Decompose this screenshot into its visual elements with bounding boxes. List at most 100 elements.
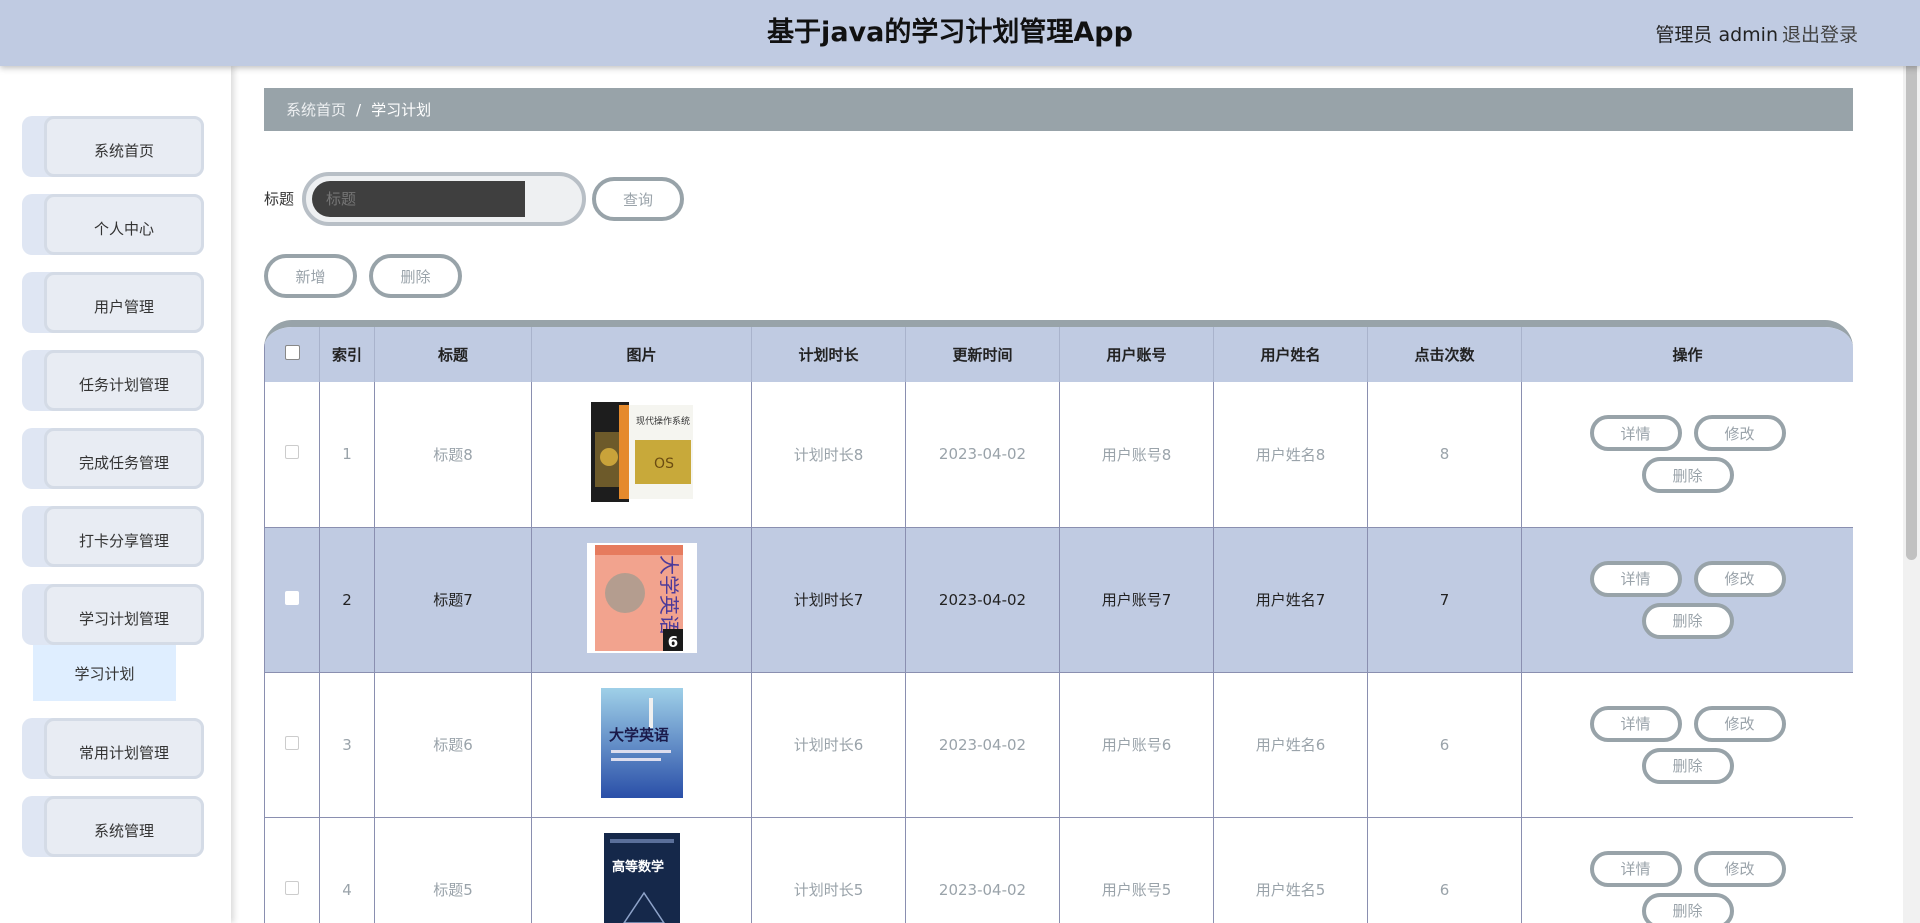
detail-button[interactable]: 详情 — [1589, 415, 1682, 452]
cell-username: 用户姓名5 — [1213, 817, 1368, 923]
sidebar-item-label: 常用计划管理 — [78, 744, 169, 762]
table-header-row: 索引 标题 图片 计划时长 更新时间 用户账号 用户姓名 点击次数 操作 — [264, 327, 1853, 382]
sidebar-item-system[interactable]: 系统管理 — [22, 796, 204, 857]
edit-button[interactable]: 修改 — [1693, 705, 1786, 742]
cell-clicks: 8 — [1367, 382, 1522, 528]
cell-username: 用户姓名7 — [1213, 527, 1368, 673]
cell-updated: 2023-04-02 — [905, 672, 1060, 818]
sidebar: 系统首页 个人中心 用户管理 任务计划管理 完成任务管理 打卡分享管理 学习计划… — [0, 66, 231, 923]
cell-clicks: 7 — [1367, 527, 1522, 673]
row-select-cell — [264, 672, 320, 818]
cell-duration: 计划时长6 — [751, 672, 906, 818]
page-scrollbar[interactable] — [1903, 0, 1920, 923]
cell-duration: 计划时长8 — [751, 382, 906, 528]
cell-index: 4 — [319, 817, 375, 923]
query-button[interactable]: 查询 — [592, 177, 684, 221]
row-checkbox[interactable] — [285, 445, 299, 460]
cell-clicks: 6 — [1367, 672, 1522, 818]
search-input[interactable] — [312, 181, 525, 217]
table-row[interactable]: 2 标题7 大学英语 6 计划时长7 2023-04-02 用户账号7 用户姓名… — [264, 527, 1853, 673]
row-select-cell — [264, 527, 320, 673]
cell-title: 标题6 — [374, 672, 532, 818]
cell-account: 用户账号5 — [1059, 817, 1214, 923]
cell-actions: 详情 修改 删除 — [1521, 527, 1853, 673]
row-checkbox[interactable] — [285, 590, 299, 605]
bulk-delete-button[interactable]: 删除 — [369, 254, 462, 298]
cell-image: OS 现代操作系统 — [531, 382, 752, 528]
book-cover-title: 大学英语 — [657, 555, 681, 635]
cell-updated: 2023-04-02 — [905, 817, 1060, 923]
detail-button[interactable]: 详情 — [1589, 560, 1682, 597]
cell-account: 用户账号6 — [1059, 672, 1214, 818]
logout-link[interactable]: 退出登录 — [1782, 20, 1858, 47]
book-cover-image: 高等数学 — [603, 832, 680, 923]
column-header: 点击次数 — [1367, 327, 1522, 382]
sidebar-item-completed-tasks[interactable]: 完成任务管理 — [22, 428, 204, 489]
edit-button[interactable]: 修改 — [1693, 850, 1786, 887]
top-header: 基于java的学习计划管理App 管理员 admin 退出登录 — [0, 0, 1920, 66]
cell-index: 3 — [319, 672, 375, 818]
search-field-wrapper — [302, 172, 586, 226]
book-cover-image: 大学英语 — [600, 687, 683, 798]
cell-title: 标题7 — [374, 527, 532, 673]
sidebar-item-checkin-shares[interactable]: 打卡分享管理 — [22, 506, 204, 567]
sidebar-item-label: 打卡分享管理 — [78, 532, 169, 550]
cell-updated: 2023-04-02 — [905, 382, 1060, 528]
row-select-cell — [264, 382, 320, 528]
sidebar-item-label: 系统管理 — [93, 822, 154, 840]
cell-actions: 详情 修改 删除 — [1521, 382, 1853, 528]
cell-image: 大学英语 — [531, 672, 752, 818]
add-button[interactable]: 新增 — [264, 254, 357, 298]
sidebar-subitem-study-plan[interactable]: 学习计划 — [33, 645, 176, 701]
cell-duration: 计划时长5 — [751, 817, 906, 923]
sidebar-item-task-plans[interactable]: 任务计划管理 — [22, 350, 204, 411]
breadcrumb: 系统首页 / 学习计划 — [264, 88, 1853, 131]
row-select-cell — [264, 817, 320, 923]
cell-username: 用户姓名8 — [1213, 382, 1368, 528]
sidebar-item-label: 个人中心 — [93, 220, 154, 238]
delete-button[interactable]: 删除 — [1641, 457, 1734, 494]
detail-button[interactable]: 详情 — [1589, 850, 1682, 887]
edit-button[interactable]: 修改 — [1693, 415, 1786, 452]
sidebar-item-study-plans[interactable]: 学习计划管理 — [22, 584, 204, 645]
table-row[interactable]: 3 标题6 大学英语 计划时长6 2023-04-02 用户账号6 用户姓名6 … — [264, 672, 1853, 818]
select-all-header — [264, 327, 320, 382]
sidebar-item-home[interactable]: 系统首页 — [22, 116, 204, 177]
breadcrumb-current: 学习计划 — [371, 101, 432, 119]
cell-username: 用户姓名6 — [1213, 672, 1368, 818]
table-row[interactable]: 4 标题5 高等数学 计划时长5 2023-04-02 用户账号5 用户姓名5 … — [264, 817, 1853, 923]
cell-updated: 2023-04-02 — [905, 527, 1060, 673]
sidebar-item-profile[interactable]: 个人中心 — [22, 194, 204, 255]
sidebar-item-users[interactable]: 用户管理 — [22, 272, 204, 333]
edit-button[interactable]: 修改 — [1693, 560, 1786, 597]
row-checkbox[interactable] — [285, 735, 299, 750]
cell-account: 用户账号7 — [1059, 527, 1214, 673]
breadcrumb-home[interactable]: 系统首页 — [286, 99, 346, 120]
cell-duration: 计划时长7 — [751, 527, 906, 673]
column-header: 用户账号 — [1059, 327, 1214, 382]
detail-button[interactable]: 详情 — [1589, 705, 1682, 742]
book-cover-badge: 6 — [667, 633, 677, 651]
scrollbar-thumb[interactable] — [1906, 20, 1917, 560]
book-cover-image: 大学英语 6 — [586, 542, 697, 653]
sidebar-item-label: 系统首页 — [93, 142, 154, 160]
column-header: 图片 — [531, 327, 752, 382]
cell-actions: 详情 修改 删除 — [1521, 672, 1853, 818]
app-title: 基于java的学习计划管理App — [767, 17, 1133, 48]
column-header: 更新时间 — [905, 327, 1060, 382]
book-cover-image: OS 现代操作系统 — [590, 402, 693, 503]
row-checkbox[interactable] — [285, 880, 299, 895]
table-row[interactable]: 1 标题8 OS 现代操作系统 计划时长8 2023-04-02 用户账号8 用… — [264, 382, 1853, 528]
delete-button[interactable]: 删除 — [1641, 747, 1734, 784]
select-all-checkbox[interactable] — [284, 345, 300, 360]
sidebar-item-label: 完成任务管理 — [78, 454, 169, 472]
book-cover-badge: OS — [654, 456, 674, 472]
sidebar-item-common-plans[interactable]: 常用计划管理 — [22, 718, 204, 779]
book-cover-title: 大学英语 — [608, 726, 668, 744]
column-header: 操作 — [1521, 327, 1853, 382]
delete-button[interactable]: 删除 — [1641, 892, 1734, 923]
cell-actions: 详情 修改 删除 — [1521, 817, 1853, 923]
cell-index: 1 — [319, 382, 375, 528]
column-header: 计划时长 — [751, 327, 906, 382]
delete-button[interactable]: 删除 — [1641, 602, 1734, 639]
